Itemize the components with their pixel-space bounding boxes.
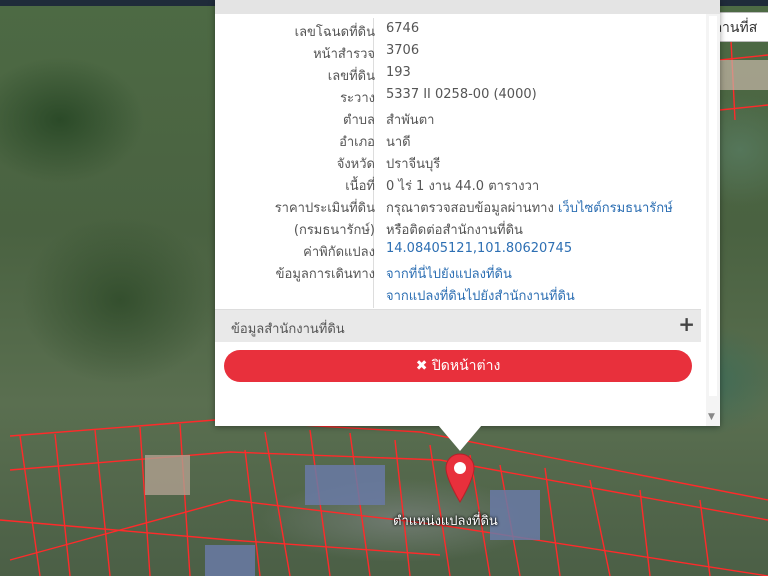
parcel-info-popup: เลขโฉนดที่ดิน 6746 หน้าสำรวจ 3706 เลขที่… (215, 0, 720, 426)
info-label: ตำบล (343, 113, 375, 128)
info-label: อำเภอ (339, 135, 375, 150)
land-office-accordion[interactable]: ข้อมูลสำนักงานที่ดิน + (215, 309, 701, 342)
parcel-info-table: เลขโฉนดที่ดิน 6746 หน้าสำรวจ 3706 เลขที่… (215, 18, 701, 304)
location-pin-icon[interactable] (444, 452, 476, 504)
info-row-travel-2: จากแปลงที่ดินไปยังสำนักงานที่ดิน (215, 282, 701, 304)
info-row: เลขโฉนดที่ดิน 6746 (215, 18, 701, 40)
price-text: กรุณาตรวจสอบข้อมูลผ่านทาง (386, 201, 554, 216)
info-row: เลขที่ดิน 193 (215, 62, 701, 84)
info-row: เนื้อที่ 0 ไร่ 1 งาน 44.0 ตารางวา (215, 172, 701, 194)
price-label-2: (กรมธนารักษ์) (293, 223, 375, 238)
info-value: 0 ไร่ 1 งาน 44.0 ตารางวา (386, 179, 540, 194)
info-row-price: ราคาประเมินที่ดิน กรุณาตรวจสอบข้อมูลผ่าน… (215, 194, 701, 216)
coord-label: ค่าพิกัดแปลง (303, 245, 375, 260)
info-value: ปราจีนบุรี (386, 157, 441, 172)
info-row: จังหวัด ปราจีนบุรี (215, 150, 701, 172)
scroll-down-arrow-icon[interactable]: ▼ (708, 412, 715, 422)
info-value: 193 (386, 65, 411, 80)
scrollbar-thumb[interactable] (709, 16, 717, 396)
info-value: 6746 (386, 21, 420, 36)
info-row-price-2: (กรมธนารักษ์) หรือติดต่อสำนักงานที่ดิน (215, 216, 701, 238)
popup-header (215, 0, 720, 14)
popup-pointer (438, 425, 482, 451)
info-row: ระวาง 5337 II 0258-00 (4000) (215, 84, 701, 106)
info-label: หน้าสำรวจ (313, 47, 375, 62)
close-icon: ✖ (415, 358, 428, 374)
info-value: 5337 II 0258-00 (4000) (386, 87, 537, 102)
price-label: ราคาประเมินที่ดิน (274, 201, 375, 216)
travel-label: ข้อมูลการเดินทาง (275, 267, 375, 282)
info-value: สำพันตา (386, 113, 435, 128)
info-label: เลขโฉนดที่ดิน (294, 25, 375, 40)
info-label: ระวาง (340, 91, 375, 106)
info-value: 3706 (386, 43, 420, 58)
info-label: จังหวัด (336, 157, 375, 172)
directions-to-office-link[interactable]: จากแปลงที่ดินไปยังสำนักงานที่ดิน (386, 285, 575, 306)
coord-link[interactable]: 14.08405121,101.80620745 (386, 241, 572, 256)
plus-icon[interactable]: + (678, 312, 695, 336)
accordion-title: ข้อมูลสำนักงานที่ดิน (231, 322, 345, 337)
info-row: อำเภอ นาดี (215, 128, 701, 150)
info-row-travel: ข้อมูลการเดินทาง จากที่นี่ไปยังแปลงที่ดิ… (215, 260, 701, 282)
close-button-label: ปิดหน้าต่าง (431, 358, 501, 374)
info-row: ตำบล สำพันตา (215, 106, 701, 128)
pin-label: ตำแหน่งแปลงที่ดิน (393, 514, 498, 529)
directions-to-parcel-link[interactable]: จากที่นี่ไปยังแปลงที่ดิน (386, 263, 512, 284)
popup-scrollbar[interactable]: ▼ (706, 14, 720, 426)
info-value: นาดี (386, 135, 411, 150)
close-window-button[interactable]: ✖ ปิดหน้าต่าง (224, 350, 692, 382)
info-row: หน้าสำรวจ 3706 (215, 40, 701, 62)
info-row-coord: ค่าพิกัดแปลง 14.08405121,101.80620745 (215, 238, 701, 260)
price-text-2: หรือติดต่อสำนักงานที่ดิน (386, 223, 523, 238)
treasury-website-link[interactable]: เว็บไซต์กรมธนารักษ์ (558, 201, 673, 216)
info-label: เนื้อที่ (345, 179, 375, 194)
price-value: กรุณาตรวจสอบข้อมูลผ่านทาง เว็บไซต์กรมธนา… (386, 197, 673, 218)
info-label: เลขที่ดิน (327, 69, 375, 84)
